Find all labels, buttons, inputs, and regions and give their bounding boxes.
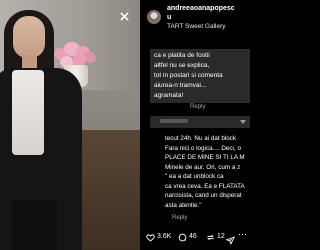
redacted-text — [160, 119, 188, 123]
comment-line: Minele de aur. Ori, cum a z — [165, 163, 241, 171]
avatar[interactable] — [147, 10, 161, 24]
photo-shirt — [12, 70, 44, 155]
comment-line: narcisista, cand un disperat — [165, 192, 242, 199]
post-photo[interactable] — [0, 0, 140, 250]
comment-icon — [178, 233, 187, 241]
comment-line: altfel nu se explica, — [154, 62, 210, 69]
send-icon — [225, 236, 236, 245]
comment-line: ca e platita de fostii — [154, 52, 210, 59]
comment-count: 46 — [189, 233, 197, 240]
username-continued[interactable]: u — [167, 14, 171, 21]
close-icon — [120, 12, 129, 21]
comment-line: " ea a dat unblock ca — [165, 173, 224, 180]
comment-text: tecut 24h. Nu ai dat block Fara nici o l… — [165, 134, 250, 210]
comment-button[interactable]: 46 — [178, 232, 197, 242]
photo-face — [13, 16, 45, 58]
comment-bubble: ca e platita de fostii altfel nu se expl… — [150, 49, 250, 103]
comment-line: agramata! — [154, 92, 184, 99]
comment-line: Fara nici o logica.... Deci, o — [165, 144, 241, 152]
repost-icon — [207, 234, 214, 240]
photo-table — [78, 130, 140, 250]
more-button[interactable]: ⋯ — [238, 229, 247, 240]
post-header: andreeaoanapopesc u TART Sweet Gallery — [140, 0, 250, 34]
more-icon: ⋯ — [238, 229, 247, 239]
repost-button[interactable]: 12 — [206, 232, 225, 242]
comment-line: asta atentie." — [165, 201, 202, 209]
share-count: 12 — [217, 233, 225, 240]
like-count: 3.6K — [157, 233, 172, 240]
post-location[interactable]: TART Sweet Gallery — [167, 23, 226, 30]
comments-panel: andreeaoanapopesc u TART Sweet Gallery c… — [140, 0, 250, 250]
comment-line: tecut 24h. Nu ai dat block — [165, 135, 237, 142]
username[interactable]: andreeaoanapopesc — [167, 5, 235, 12]
collapsed-comment[interactable] — [150, 116, 250, 128]
send-button[interactable] — [225, 232, 236, 250]
photo-legs — [12, 200, 57, 250]
reply-button[interactable]: Reply — [190, 104, 205, 110]
comment-line: aiurea-n tramvai... — [154, 82, 207, 89]
like-button[interactable]: 3.6K — [146, 232, 171, 242]
chevron-down-icon[interactable] — [240, 120, 246, 124]
comment-line: ca vrea ceva. Ea e FLATATA — [165, 182, 245, 190]
close-overlay-button[interactable] — [120, 8, 129, 26]
comment-line: PLACE DE MINE SI TI LA M — [165, 154, 245, 161]
comment-line: tot in postari si comenta — [154, 72, 223, 79]
heart-icon — [146, 233, 155, 241]
reply-button[interactable]: Reply — [172, 215, 187, 221]
